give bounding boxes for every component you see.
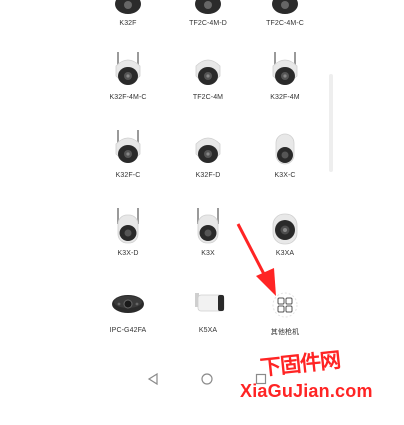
bullet-camera-icon: [195, 293, 225, 312]
watermark-cn: 下固件网: [259, 347, 342, 381]
device-label: TF2C-4M-C: [266, 20, 304, 27]
device-label: K3X: [201, 250, 215, 257]
device-item-k3x-d[interactable]: K3X-D: [83, 206, 173, 257]
oval-camera-icon: [112, 295, 144, 313]
device-item-tf2c-4m-c[interactable]: TF2C-4M-C: [240, 0, 330, 27]
watermark-en: XiaGuJian.com: [240, 381, 373, 401]
dome-camera-icon: [195, 0, 221, 14]
device-label: K32F-4M-C: [109, 94, 147, 101]
device-item-k32f-4m[interactable]: K32F-4M: [240, 50, 330, 101]
device-label: 其他枪机: [270, 329, 300, 336]
dome-antenna-camera-icon: [115, 130, 141, 163]
device-label: TF2C-4M: [192, 94, 224, 101]
device-label: K32F-4M: [270, 94, 300, 101]
device-label: K32F-D: [195, 172, 221, 179]
device-item-k32f-4m-c[interactable]: K32F-4M-C: [83, 50, 173, 101]
device-item-k32f-c[interactable]: K32F-C: [83, 128, 173, 179]
pod-antenna-camera-icon: [117, 208, 139, 244]
dome-camera-icon: [195, 137, 221, 163]
device-item-k32f[interactable]: K32F: [83, 0, 173, 27]
device-label: K5XA: [198, 327, 218, 334]
device-label: K32F: [119, 20, 137, 27]
device-label: IPC-G42FA: [109, 327, 147, 334]
dome-antenna-camera-icon: [272, 52, 298, 85]
dome-antenna-camera-icon: [115, 52, 141, 85]
device-label: K32F-C: [115, 172, 141, 179]
home-circle-icon[interactable]: [200, 372, 214, 386]
back-triangle-icon[interactable]: [146, 372, 160, 386]
device-item-k3x-c[interactable]: K3X-C: [240, 128, 330, 179]
dome-camera-icon: [115, 0, 141, 14]
dome-camera-icon: [195, 59, 221, 85]
scrollbar[interactable]: [329, 74, 333, 172]
dome-camera-icon: [272, 0, 298, 14]
watermark: 下固件网 XiaGuJian.com: [236, 348, 396, 410]
pod-antenna-camera-icon: [197, 208, 219, 244]
pod-camera-icon: [275, 133, 295, 165]
device-label: K3X-C: [274, 172, 296, 179]
device-label: K3X-D: [117, 250, 139, 257]
device-item-ipc-g42fa[interactable]: IPC-G42FA: [83, 285, 173, 334]
red-arrow-annotation: [236, 223, 276, 296]
device-label: TF2C-4M-D: [189, 20, 227, 27]
